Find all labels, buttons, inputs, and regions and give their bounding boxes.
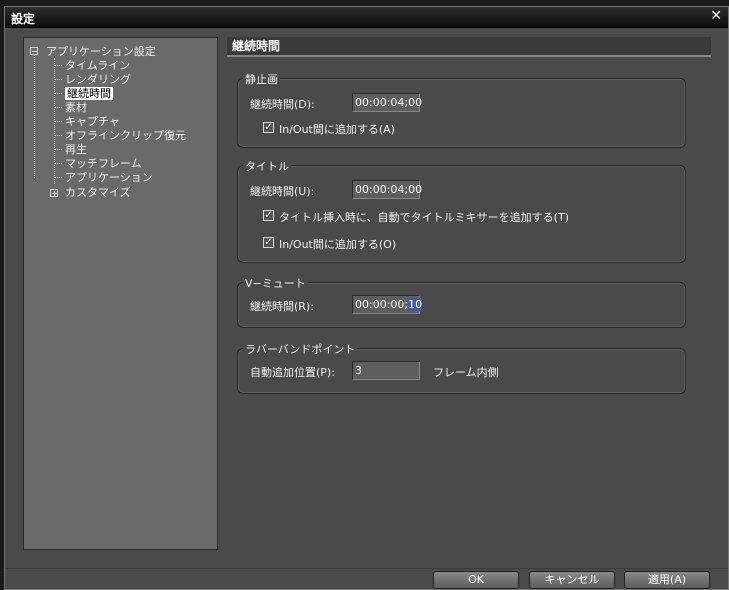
tree-item-label: マッチフレーム: [65, 157, 142, 170]
rubberband-position-label: 自動追加位置(P):: [250, 366, 335, 379]
tree-item-label: アプリケーション: [65, 171, 153, 184]
ok-button[interactable]: OK: [433, 571, 519, 589]
tree-branch: [54, 79, 62, 80]
tree-item-duration[interactable]: 継続時間: [65, 87, 113, 100]
panel-header: 継続時間: [227, 37, 711, 57]
tree-branch: [54, 149, 62, 150]
tree-item-label: 継続時間: [65, 87, 113, 100]
apply-button[interactable]: 適用(A): [624, 571, 710, 589]
title-duration-field[interactable]: 00:00:04;00: [352, 180, 422, 199]
tree-branch: [54, 177, 62, 178]
tree-branch: [54, 163, 62, 164]
tree-item-customize[interactable]: カスタマイズ: [65, 186, 131, 199]
title-bar: 設定 ✕: [5, 7, 728, 28]
title-mixer-checkbox[interactable]: ✓: [263, 210, 274, 221]
tree-branch: [54, 135, 62, 136]
vmute-duration-field[interactable]: 00:00:00;10: [352, 295, 423, 314]
tree-item-label: カスタマイズ: [65, 186, 131, 199]
still-add-inout-label: In/Out間に追加する(A): [279, 123, 395, 136]
tree-root-label: アプリケーション設定: [46, 45, 156, 58]
tree-branch: [54, 107, 62, 108]
tree-item-rendering[interactable]: レンダリング: [65, 73, 131, 86]
tree-branch: [54, 93, 62, 94]
vmute-duration-label: 継続時間(R):: [250, 300, 314, 313]
title-group-title: タイトル: [243, 158, 291, 174]
tree-item-timeline[interactable]: タイムライン: [65, 59, 130, 72]
vmute-duration-prefix: 00:00:00;: [355, 298, 409, 311]
vmute-duration-selected: 10: [408, 298, 423, 311]
expand-icon[interactable]: +: [50, 189, 58, 198]
collapse-icon[interactable]: −: [30, 47, 38, 56]
tree-item-label: レンダリング: [65, 73, 131, 86]
tree-connector: [34, 51, 35, 178]
tree-item-label: タイムライン: [65, 59, 131, 72]
title-add-inout-label: In/Out間に追加する(O): [279, 238, 397, 251]
tree-item-match-frame[interactable]: マッチフレーム: [65, 157, 142, 170]
tree-item-label: キャプチャ: [65, 115, 120, 128]
tree-root-application-settings[interactable]: アプリケーション設定: [46, 45, 156, 58]
close-icon[interactable]: ✕: [710, 8, 722, 24]
tree-item-playback[interactable]: 再生: [65, 143, 87, 156]
tree-item-application[interactable]: アプリケーション: [65, 171, 153, 184]
tree-item-label: オフラインクリップ復元: [65, 129, 186, 142]
tree-item-material[interactable]: 素材: [65, 101, 87, 114]
tree-item-offline-clip-restore[interactable]: オフラインクリップ復元: [65, 129, 186, 142]
still-duration-label: 継続時間(D):: [250, 98, 315, 111]
settings-dialog: 設定 ✕ − アプリケーション設定 タイムライン レンダリング 継続時間 素材 …: [4, 6, 729, 590]
tree-item-label: 素材: [65, 101, 87, 114]
still-add-inout-checkbox[interactable]: ✓: [263, 122, 274, 133]
title-mixer-label: タイトル挿入時に、自動でタイトルミキサーを追加する(T): [279, 211, 569, 224]
still-image-group: [237, 78, 686, 148]
rubberband-unit-label: フレーム内側: [433, 366, 499, 379]
still-image-group-title: 静止画: [243, 71, 280, 87]
window-title: 設定: [11, 12, 36, 26]
tree-branch: [54, 121, 62, 122]
tree-branch: [54, 65, 62, 66]
title-duration-label: 継続時間(U):: [250, 185, 315, 198]
settings-tree[interactable]: − アプリケーション設定 タイムライン レンダリング 継続時間 素材 キャプチャ…: [23, 37, 218, 550]
rubberband-position-field[interactable]: 3: [352, 361, 420, 380]
title-add-inout-checkbox[interactable]: ✓: [263, 237, 274, 248]
tree-item-label: 再生: [65, 143, 87, 156]
rubberband-group-title: ラバーバンドポイント: [243, 341, 358, 357]
tree-item-capture[interactable]: キャプチャ: [65, 115, 120, 128]
divider: [5, 568, 728, 569]
vmute-group-title: V−ミュート: [243, 275, 308, 291]
cancel-button[interactable]: キャンセル: [529, 571, 615, 589]
still-duration-field[interactable]: 00:00:04;00: [352, 93, 422, 112]
